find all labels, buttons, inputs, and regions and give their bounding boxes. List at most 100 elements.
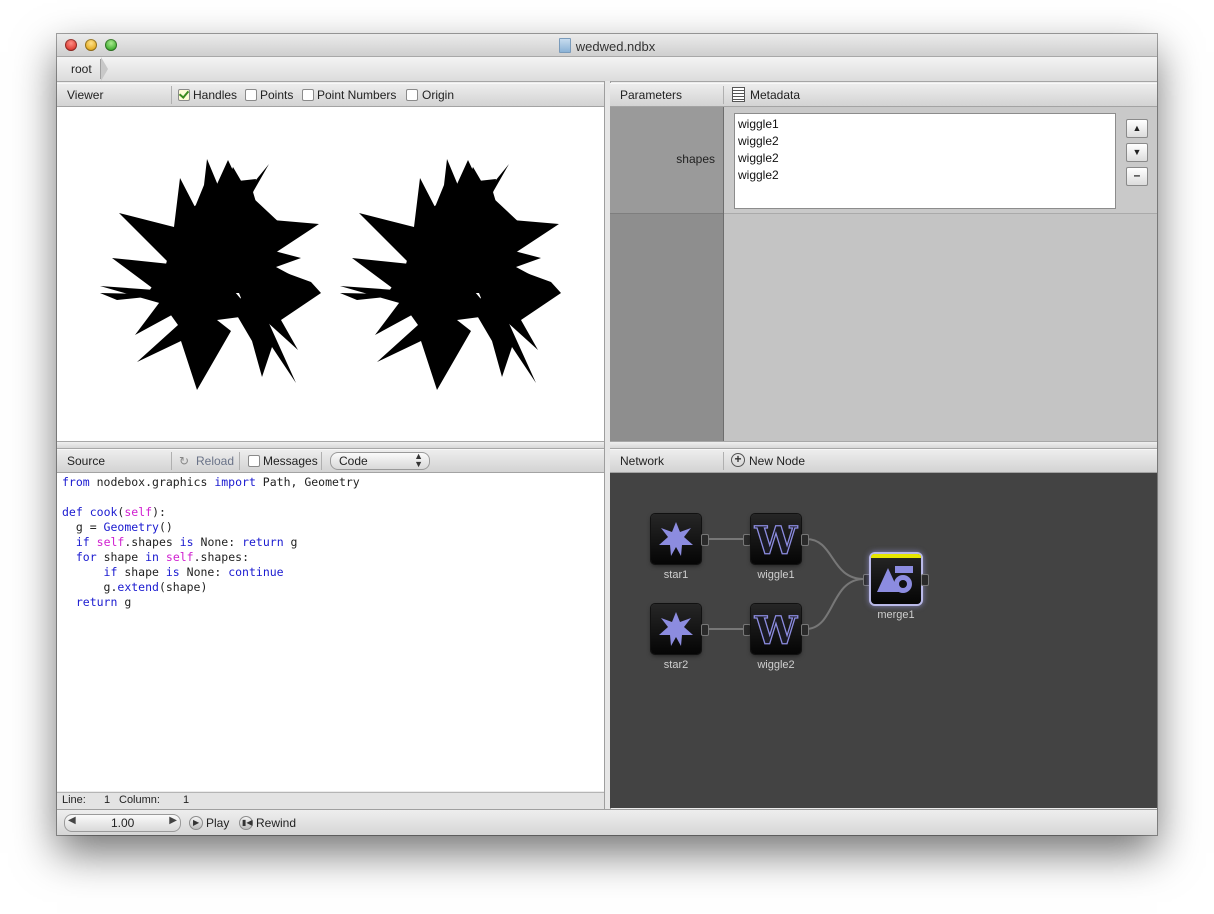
star-icon: [659, 612, 693, 646]
header-separator: [171, 86, 172, 104]
title-bar: wedwed.ndbx: [57, 34, 1157, 57]
code-line: g = Geometry(): [62, 520, 173, 534]
viewer-source-splitter[interactable]: [57, 441, 604, 449]
input-port[interactable]: [863, 574, 871, 586]
source-mode-value: Code: [339, 454, 368, 468]
line-number: 1: [104, 794, 111, 806]
viewer-canvas[interactable]: [57, 107, 605, 441]
code-line: return g: [75, 595, 132, 609]
rewind-button[interactable]: Rewind: [256, 816, 296, 830]
messages-label: Messages: [263, 454, 318, 468]
tab-parameters[interactable]: Parameters: [620, 88, 682, 102]
remove-item-button[interactable]: –: [1126, 167, 1148, 186]
breadcrumb: root: [57, 57, 1157, 82]
output-port[interactable]: [801, 624, 809, 636]
play-icon[interactable]: ▶: [189, 816, 203, 830]
network-title: Network: [620, 454, 665, 468]
star-icon: [659, 522, 693, 556]
source-title: Source: [67, 454, 106, 468]
code-line: for shape in self.shapes:: [75, 550, 249, 564]
star-burst-shape: [100, 159, 321, 390]
header-separator: [321, 452, 322, 470]
input-port[interactable]: [743, 534, 751, 546]
move-down-button[interactable]: ▼: [1126, 143, 1148, 162]
column-label: Column:: [119, 794, 160, 806]
node-star2[interactable]: [651, 604, 701, 654]
list-item[interactable]: wiggle2: [738, 168, 779, 182]
node-merge1[interactable]: [871, 554, 921, 604]
breadcrumb-arrow-icon: [101, 57, 108, 81]
code-line: g.extend(shape): [62, 580, 208, 594]
shapes-param-label: shapes: [676, 152, 715, 166]
node-label-star1: star1: [663, 569, 689, 581]
point-numbers-checkbox[interactable]: [302, 89, 314, 101]
code-line: from nodebox.graphics import Path, Geome…: [62, 475, 360, 489]
rewind-icon[interactable]: ▮◀: [239, 816, 253, 830]
list-item[interactable]: wiggle2: [738, 134, 779, 148]
points-checkbox[interactable]: [245, 89, 257, 101]
wiggle-icon: W: [753, 517, 799, 563]
line-label: Line:: [62, 794, 86, 806]
column-number: 1: [183, 794, 190, 806]
viewer-header: Viewer Handles Points Point Numbers Orig…: [57, 83, 604, 107]
move-up-button[interactable]: ▲: [1126, 119, 1148, 138]
output-port[interactable]: [921, 574, 929, 586]
node-label-star2: star2: [663, 659, 689, 671]
list-item[interactable]: wiggle1: [738, 117, 779, 131]
parameters-header: Parameters Metadata: [610, 83, 1157, 107]
window-title-text: wedwed.ndbx: [575, 39, 656, 54]
node-label-wiggle2: wiggle2: [757, 659, 795, 671]
reload-button[interactable]: Reload: [196, 454, 234, 468]
star-burst-shape: [340, 159, 561, 390]
points-label: Points: [260, 88, 294, 102]
node-wiggle1[interactable]: W: [751, 514, 801, 564]
editor-status-bar: Line: 1 Column: 1: [57, 792, 604, 809]
app-window: wedwed.ndbx root Viewer Handles Points P…: [57, 34, 1157, 835]
node-wiggle2[interactable]: W: [751, 604, 801, 654]
input-port[interactable]: [743, 624, 751, 636]
node-label-merge1: merge1: [877, 609, 915, 621]
network-canvas[interactable]: star1 W wiggle1 star2 W wiggle2 merge1: [610, 473, 1157, 808]
handles-label: Handles: [193, 88, 238, 102]
frame-decrement-icon[interactable]: ◀: [68, 815, 76, 826]
viewer-shapes: [100, 159, 561, 390]
frame-increment-icon[interactable]: ▶: [169, 815, 177, 826]
header-separator: [239, 452, 240, 470]
frame-stepper[interactable]: ◀ 1.00 ▶: [64, 814, 181, 832]
new-node-icon: +: [731, 453, 745, 467]
node-star1[interactable]: [651, 514, 701, 564]
origin-checkbox[interactable]: [406, 89, 418, 101]
code-line: if self.shapes is None: return g: [75, 535, 298, 549]
connection-wiggle2-merge1: [805, 578, 865, 630]
svg-text:W: W: [754, 608, 799, 653]
select-arrows-icon: ▲ ▼: [414, 451, 423, 469]
rendered-indicator: [871, 554, 921, 558]
window-title: wedwed.ndbx: [57, 38, 1157, 54]
output-port[interactable]: [801, 534, 809, 546]
frame-value[interactable]: 1.00: [111, 816, 134, 830]
shapes-list[interactable]: wiggle1 wiggle2 wiggle2 wiggle2: [734, 113, 1116, 209]
parameter-row-label: shapes: [610, 107, 723, 214]
source-code-editor[interactable]: from nodebox.graphics import Path, Geome…: [57, 473, 605, 791]
viewer-title: Viewer: [67, 88, 104, 102]
metadata-icon: [732, 87, 745, 102]
play-button[interactable]: Play: [206, 816, 229, 830]
tab-metadata[interactable]: Metadata: [750, 88, 800, 102]
list-item[interactable]: wiggle2: [738, 151, 779, 165]
breadcrumb-item-root[interactable]: root: [63, 59, 101, 79]
params-network-splitter[interactable]: [610, 441, 1157, 449]
merge-icon: [877, 566, 913, 593]
source-header: Source ↻ Reload Messages Code ▲ ▼: [57, 449, 604, 473]
new-node-button[interactable]: New Node: [749, 454, 805, 468]
code-line: if shape is None: continue: [103, 565, 284, 579]
point-numbers-label: Point Numbers: [317, 88, 397, 102]
messages-checkbox[interactable]: [248, 455, 260, 467]
output-port[interactable]: [701, 624, 709, 636]
source-mode-select[interactable]: Code ▲ ▼: [330, 452, 430, 470]
svg-text:W: W: [754, 518, 799, 563]
handles-checkbox[interactable]: [178, 89, 190, 101]
header-separator: [171, 452, 172, 470]
output-port[interactable]: [701, 534, 709, 546]
node-label-wiggle1: wiggle1: [757, 569, 795, 581]
header-separator: [723, 86, 724, 104]
